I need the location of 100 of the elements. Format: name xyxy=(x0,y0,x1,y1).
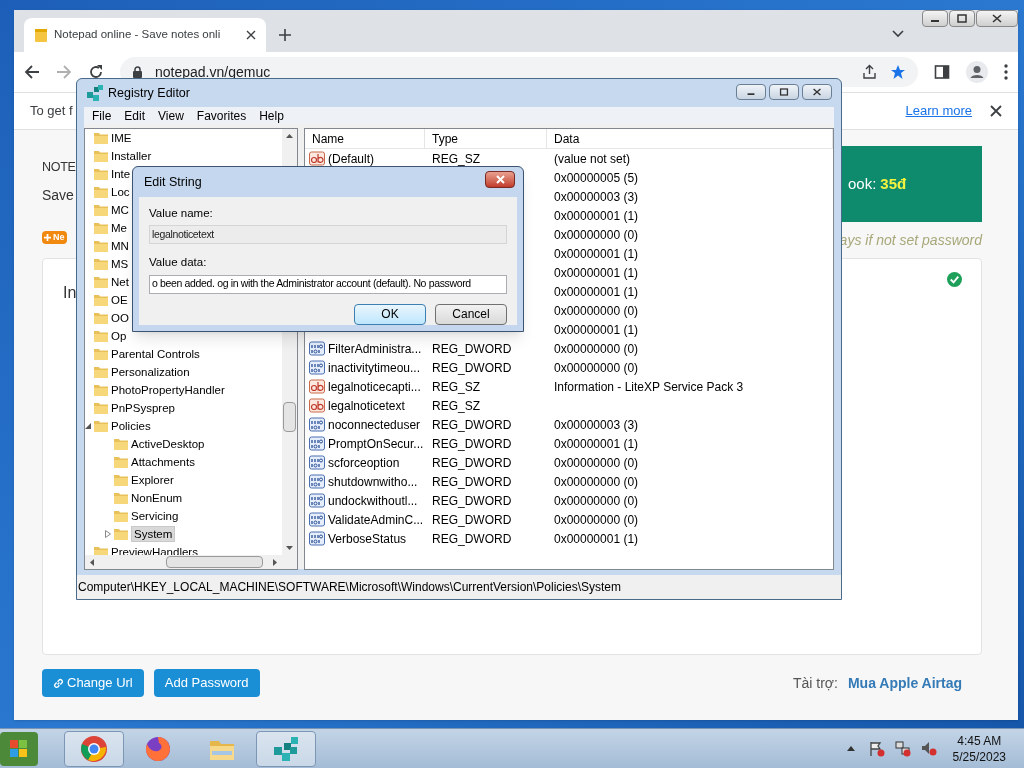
close-icon[interactable] xyxy=(811,87,823,97)
tree-item[interactable]: Personalization xyxy=(111,365,190,379)
tree-item[interactable]: Op xyxy=(111,329,127,343)
clock-date[interactable]: 5/25/2023 xyxy=(952,748,1006,765)
restore-icon[interactable] xyxy=(778,87,790,97)
add-password-button[interactable]: Add Password xyxy=(153,669,260,697)
tree-item[interactable]: Explorer xyxy=(131,473,174,487)
menu-icon[interactable] xyxy=(1004,64,1008,80)
field-label: Value name: xyxy=(149,206,214,221)
dialog-title: Edit String xyxy=(144,173,202,191)
taskbar-app[interactable] xyxy=(64,730,124,767)
folder-icon xyxy=(93,293,109,307)
close-icon xyxy=(494,174,506,184)
plus-icon xyxy=(44,233,51,241)
value-data: 0x00000000 (0) xyxy=(554,474,639,489)
volume-muted-icon[interactable] xyxy=(920,740,937,757)
page-subtitle: Save xyxy=(42,185,75,205)
chevron-down-icon[interactable] xyxy=(892,30,904,38)
tree-item[interactable]: Attachments xyxy=(131,455,195,469)
share-icon[interactable] xyxy=(862,64,878,80)
close-icon[interactable] xyxy=(246,30,256,40)
tree-item[interactable]: OO xyxy=(111,311,129,325)
tree-item[interactable]: Installer xyxy=(111,149,152,163)
tree-item[interactable]: Parental Controls xyxy=(111,347,200,361)
value-type: REG_DWORD xyxy=(432,417,512,432)
tree-item[interactable]: OE xyxy=(111,293,128,307)
scrollbar[interactable] xyxy=(85,555,297,569)
clock-time[interactable]: 4:45 AM xyxy=(957,732,1002,749)
value-name: scforceoption xyxy=(328,455,400,470)
binary-value-icon xyxy=(309,360,325,375)
tree-item[interactable]: Me xyxy=(111,221,127,235)
scroll-thumb[interactable] xyxy=(166,556,263,568)
tree-item[interactable]: PhotoPropertyHandler xyxy=(111,383,225,397)
dialog-button[interactable]: Cancel xyxy=(435,303,507,325)
value-data: 0x00000001 (1) xyxy=(554,436,639,451)
network-icon[interactable] xyxy=(894,740,911,757)
folder-icon xyxy=(93,383,109,397)
taskbar-app[interactable] xyxy=(256,730,316,767)
back-icon[interactable] xyxy=(24,64,40,80)
menu-item[interactable]: Edit xyxy=(124,106,146,125)
value-type: REG_DWORD xyxy=(432,455,512,470)
tree-item[interactable]: Loc xyxy=(111,185,130,199)
learn-more-link[interactable]: Learn more xyxy=(905,101,972,121)
url-text: notepad.vn/gemuc xyxy=(155,62,271,82)
tree-item[interactable]: Net xyxy=(111,275,129,289)
browser-tab[interactable]: Notepad online - Save notes onli xyxy=(24,18,266,52)
side-panel-icon[interactable] xyxy=(934,64,950,80)
firefox-icon xyxy=(144,734,172,763)
column-header[interactable]: Data xyxy=(547,129,833,148)
menu-item[interactable]: Favorites xyxy=(196,106,247,125)
close-icon[interactable] xyxy=(990,105,1002,117)
close-icon[interactable] xyxy=(990,13,1004,24)
tree-item[interactable]: PnPSysprep xyxy=(111,401,175,415)
new-tab-icon[interactable] xyxy=(278,28,292,42)
right-arrow-icon[interactable] xyxy=(273,558,277,566)
restore-icon[interactable] xyxy=(955,13,969,24)
tree-item[interactable]: Inte xyxy=(111,167,131,181)
tree-item[interactable]: Servicing xyxy=(131,509,179,523)
menu-item[interactable]: File xyxy=(92,106,112,125)
down-arrow-icon[interactable] xyxy=(286,546,293,550)
tree-item[interactable]: Policies xyxy=(111,419,151,433)
close-button[interactable] xyxy=(485,170,515,188)
folder-icon xyxy=(93,401,109,415)
scroll-thumb[interactable] xyxy=(283,402,296,432)
tree-item[interactable]: IME xyxy=(111,131,132,145)
tab-title: Notepad online - Save notes onli xyxy=(54,27,222,43)
menu-item[interactable]: View xyxy=(158,106,184,125)
tree-item[interactable]: NonEnum xyxy=(131,491,183,505)
reload-icon[interactable] xyxy=(88,64,104,80)
tree-item[interactable]: System xyxy=(131,526,176,542)
tree-item[interactable]: MC xyxy=(111,203,129,217)
tree-item[interactable]: MS xyxy=(111,257,129,271)
column-header[interactable]: Type xyxy=(425,129,547,148)
up-arrow-icon[interactable] xyxy=(286,134,293,138)
folder-icon xyxy=(93,221,109,235)
binary-value-icon xyxy=(309,474,325,489)
sponsor-link[interactable]: Mua Apple Airtag xyxy=(847,672,962,694)
column-header[interactable]: Name xyxy=(305,129,425,148)
tree-item[interactable]: MN xyxy=(111,239,129,253)
status-text: Computer\HKEY_LOCAL_MACHINE\SOFTWARE\Microsoft\Windows\CurrentVersion\Policies\System xyxy=(78,579,622,596)
tree-item[interactable]: ActiveDesktop xyxy=(131,437,205,451)
expand-arrow-icon[interactable] xyxy=(105,530,111,538)
left-arrow-icon[interactable] xyxy=(90,558,94,566)
change-url-button[interactable]: Change Url xyxy=(42,669,144,697)
window-title: Registry Editor xyxy=(108,84,190,102)
folder-icon xyxy=(113,491,129,505)
value-data: 0x00000000 (0) xyxy=(554,341,639,356)
star-icon[interactable] xyxy=(890,64,906,80)
folder-icon xyxy=(93,167,109,181)
show-hidden-icon[interactable] xyxy=(846,746,855,751)
flag-icon[interactable] xyxy=(868,740,885,757)
dialog-button[interactable]: OK xyxy=(354,303,426,325)
start-button-icon[interactable] xyxy=(0,729,40,768)
profile-icon[interactable] xyxy=(966,61,988,83)
menu-item[interactable]: Help xyxy=(259,106,284,125)
notepad-icon xyxy=(34,27,48,43)
value-type: REG_DWORD xyxy=(432,341,512,356)
sponsor-label: Tài trợ: xyxy=(792,673,838,693)
input-field[interactable]: o been added. og in with the Administrator account (default). No password xyxy=(149,274,507,294)
collapse-arrow-icon[interactable] xyxy=(85,423,91,429)
